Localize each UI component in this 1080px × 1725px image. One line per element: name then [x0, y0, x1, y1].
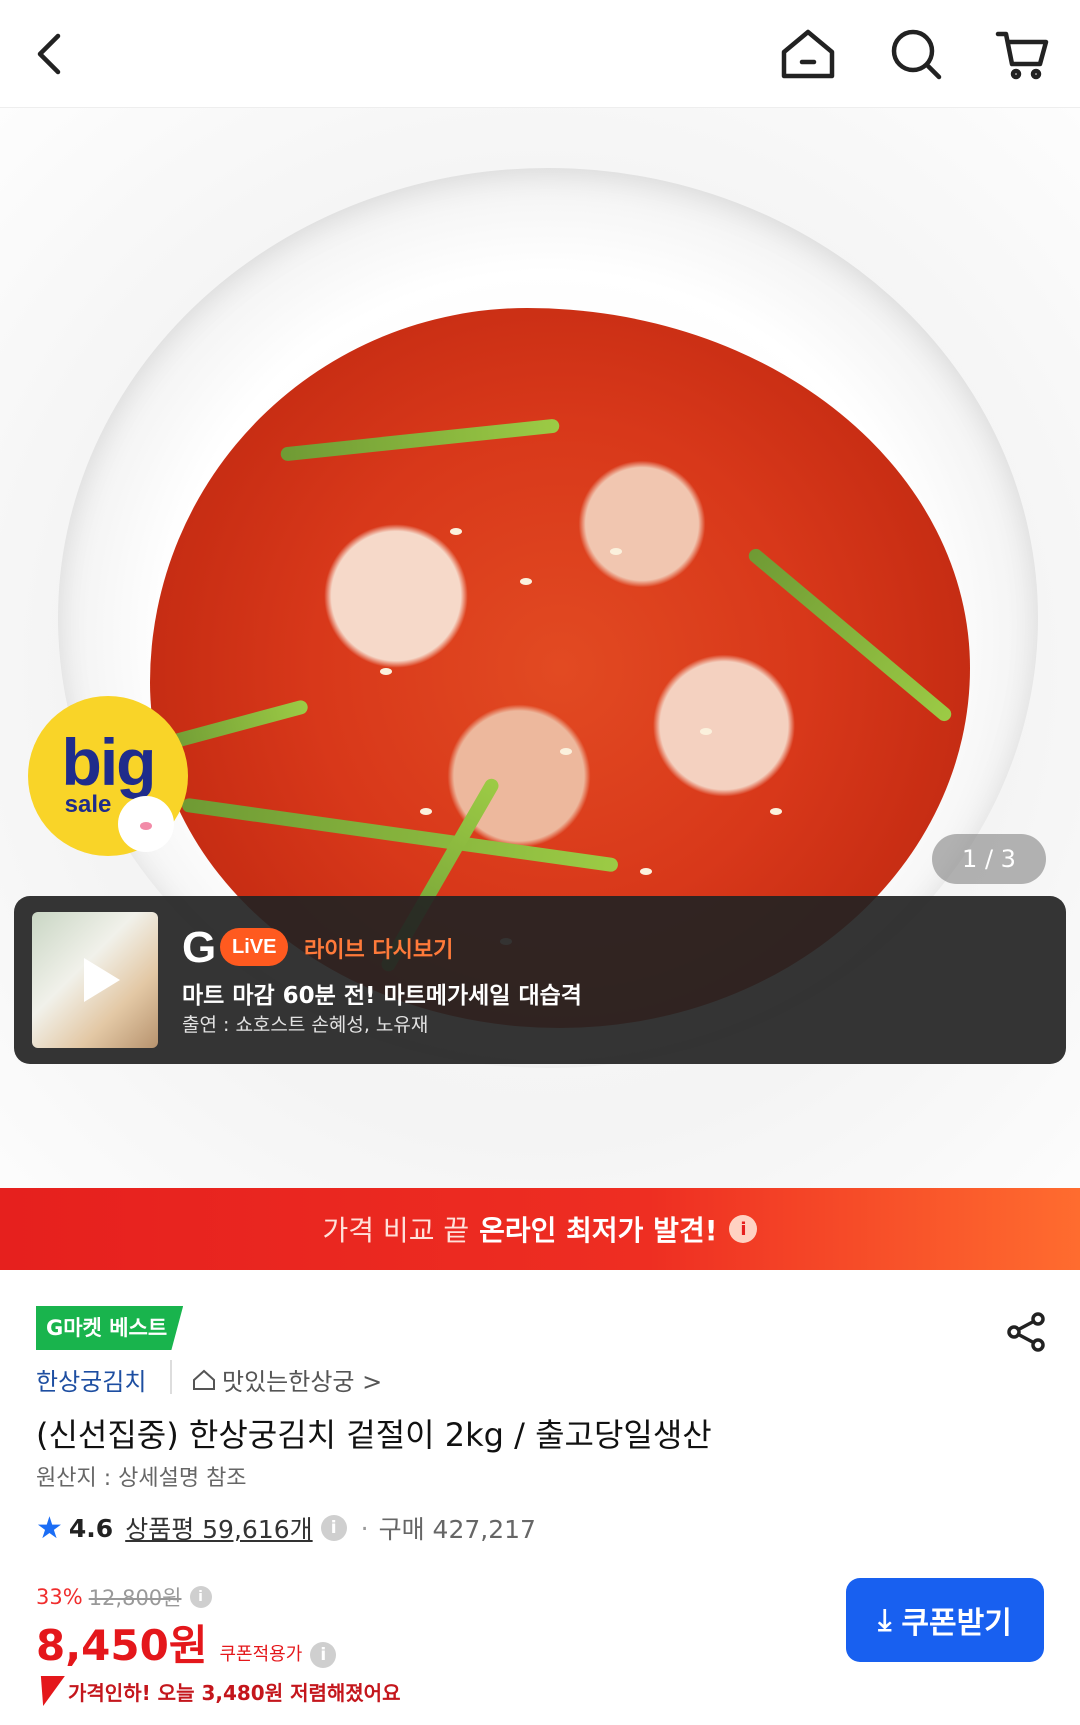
top-bar — [0, 0, 1080, 108]
brand-link[interactable]: 한상궁김치 — [36, 1362, 146, 1397]
banner-prefix: 가격 비교 끝 — [322, 1214, 470, 1247]
download-icon: ⤓ — [878, 1602, 892, 1638]
coupon-button-label: 쿠폰받기 — [901, 1606, 1012, 1641]
discount-percent: 33% — [36, 1585, 83, 1609]
lowest-price-banner[interactable]: 가격 비교 끝 온라인 최저가 발견! i — [0, 1188, 1080, 1270]
search-button[interactable] — [884, 22, 948, 86]
sesame-decoration — [560, 748, 572, 755]
sesame-decoration — [420, 808, 432, 815]
original-price: 12,800원 — [88, 1586, 182, 1610]
live-replay-card[interactable]: G LiVE 라이브 다시보기 마트 마감 60분 전! 마트메가세일 대습격 … — [14, 896, 1066, 1064]
sesame-decoration — [450, 528, 462, 535]
coupon-button[interactable]: ⤓ 쿠폰받기 — [846, 1578, 1044, 1662]
play-icon — [84, 958, 120, 1002]
price-drop-text: 가격인하! 오늘 3,480원 저렴해졌어요 — [68, 1680, 401, 1705]
product-title: (신선집중) 한상궁김치 겉절이 2kg / 출고당일생산 — [36, 1416, 712, 1454]
live-title: 마트 마감 60분 전! 마트메가세일 대습격 — [182, 983, 582, 1009]
divider — [170, 1360, 172, 1394]
price-row: 8,450원 쿠폰적용가 i — [36, 1612, 337, 1673]
share-button[interactable] — [1004, 1310, 1048, 1354]
price-drop-notice: 가격인하! 오늘 3,480원 저렴해졌어요 — [31, 1676, 401, 1706]
live-cast: 출연 : 쇼호스트 손혜성, 노유재 — [182, 1014, 429, 1036]
home-icon — [781, 29, 835, 79]
sesame-decoration — [700, 728, 712, 735]
sale-price: 8,450원 — [36, 1621, 208, 1670]
image-counter: 1 / 3 — [932, 834, 1046, 884]
store-name: 맛있는한상궁 > — [222, 1368, 383, 1396]
discount-row: 33% 12,800원 i — [36, 1582, 212, 1612]
chevron-left-icon — [37, 33, 61, 75]
bunny-mascot-icon — [118, 796, 174, 852]
gmarket-logo: G — [182, 923, 217, 972]
info-icon[interactable]: i — [310, 1642, 337, 1668]
product-origin: 원산지 : 상세설명 참조 — [36, 1466, 247, 1491]
reviews-link[interactable]: 상품평 59,616개 — [125, 1510, 312, 1546]
sesame-decoration — [610, 548, 622, 555]
sesame-decoration — [770, 808, 782, 815]
search-icon — [891, 29, 942, 80]
info-icon[interactable]: i — [320, 1515, 347, 1541]
sesame-decoration — [640, 868, 652, 875]
badge-big-text: big — [61, 725, 157, 799]
sesame-decoration — [380, 668, 392, 675]
live-pill: LiVE — [220, 928, 289, 966]
share-icon — [1007, 1312, 1045, 1352]
rating-score: 4.6 — [68, 1513, 114, 1543]
home-button[interactable] — [776, 22, 840, 86]
star-icon: ★ — [36, 1510, 63, 1546]
store-link[interactable]: 맛있는한상궁 > — [192, 1362, 382, 1397]
info-icon[interactable]: i — [189, 1586, 212, 1608]
badge-sale-text: sale — [64, 791, 112, 818]
info-icon[interactable]: i — [729, 1215, 758, 1243]
price-label: 쿠폰적용가 — [219, 1644, 303, 1665]
cart-button[interactable] — [990, 22, 1054, 86]
store-home-icon — [193, 1369, 215, 1390]
back-button[interactable] — [18, 22, 82, 86]
best-badge: G마켓 베스트 — [36, 1306, 184, 1350]
price-drop-icon — [31, 1676, 65, 1706]
live-thumbnail[interactable] — [32, 912, 158, 1048]
cart-icon — [995, 31, 1049, 80]
product-image-carousel[interactable]: big sale 1 / 3 G LiVE 라이브 다시보기 마트 마감 60분… — [0, 108, 1080, 1188]
rating-row: ★ 4.6 상품평 59,616개 i · 구매 427,217 — [36, 1510, 536, 1546]
live-replay-label: 라이브 다시보기 — [304, 938, 454, 963]
banner-highlight: 온라인 최저가 발견! — [479, 1214, 718, 1247]
separator-dot: · — [360, 1513, 369, 1543]
sesame-decoration — [520, 578, 532, 585]
purchase-count: 구매 427,217 — [378, 1515, 536, 1544]
